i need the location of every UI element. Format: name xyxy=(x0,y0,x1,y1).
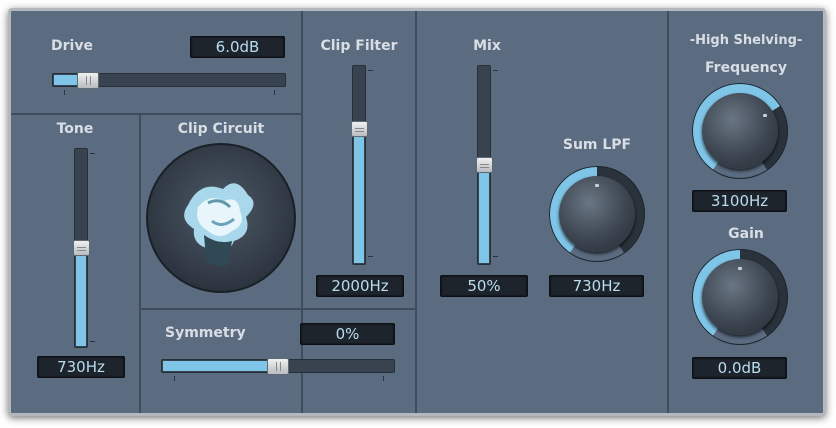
divider xyxy=(415,11,417,413)
divider xyxy=(301,11,303,413)
symmetry-tick xyxy=(383,376,384,381)
knob-indicator xyxy=(738,266,742,270)
gain-knob[interactable] xyxy=(692,249,788,345)
tone-label: Tone xyxy=(56,121,94,137)
frequency-label: Frequency xyxy=(705,60,787,76)
tone-slider[interactable] xyxy=(73,148,90,348)
mix-slider-fill xyxy=(479,164,489,263)
frequency-value-display[interactable]: 3100Hz xyxy=(692,190,787,212)
drive-label: Drive xyxy=(51,38,93,54)
drive-tick xyxy=(274,90,275,95)
mix-slider[interactable] xyxy=(476,65,493,265)
tone-tick xyxy=(90,341,95,342)
divider xyxy=(139,308,417,310)
mix-tick xyxy=(493,256,498,257)
drive-value-display[interactable]: 6.0dB xyxy=(190,36,285,58)
symmetry-slider[interactable] xyxy=(161,358,395,375)
knob-indicator xyxy=(762,114,767,118)
knob-cap xyxy=(559,176,635,252)
drive-tick xyxy=(64,90,65,95)
divider xyxy=(11,113,303,115)
tone-slider-thumb[interactable] xyxy=(73,240,90,256)
clip-circuit-label: Clip Circuit xyxy=(177,121,265,137)
clip-circuit-animation-icon xyxy=(184,183,254,267)
gain-label: Gain xyxy=(728,226,764,242)
clip-filter-value-display[interactable]: 2000Hz xyxy=(316,275,404,297)
mix-value-display[interactable]: 50% xyxy=(440,275,528,297)
sum-lpf-label: Sum LPF xyxy=(562,137,632,153)
knob-cap xyxy=(702,93,778,169)
knob-cap xyxy=(702,259,778,335)
frequency-knob[interactable] xyxy=(692,83,788,179)
symmetry-slider-fill xyxy=(163,361,279,371)
tone-value-display[interactable]: 730Hz xyxy=(37,356,125,378)
clip-circuit-display xyxy=(146,143,296,293)
tone-tick xyxy=(90,153,95,154)
clip-filter-tick xyxy=(368,70,373,71)
clip-filter-slider[interactable] xyxy=(351,65,368,265)
clip-filter-slider-thumb[interactable] xyxy=(351,121,368,138)
clip-filter-tick xyxy=(368,256,373,257)
sum-lpf-value-display[interactable]: 730Hz xyxy=(549,275,644,297)
knob-indicator xyxy=(595,183,599,187)
mix-label: Mix xyxy=(473,38,501,54)
symmetry-slider-thumb[interactable] xyxy=(267,358,289,375)
mix-tick xyxy=(493,70,498,71)
tone-slider-fill xyxy=(76,247,86,346)
high-shelving-section-label: -High Shelving- xyxy=(689,33,803,48)
gain-value-display[interactable]: 0.0dB xyxy=(692,357,787,379)
clip-filter-label: Clip Filter xyxy=(320,38,398,54)
symmetry-value-display[interactable]: 0% xyxy=(300,323,395,345)
mix-slider-thumb[interactable] xyxy=(476,157,493,173)
symmetry-tick xyxy=(174,376,175,381)
sum-lpf-knob[interactable] xyxy=(549,166,645,262)
clip-distortion-plugin-panel: Drive 6.0dB Tone 730Hz Clip Circuit Clip… xyxy=(8,8,826,416)
drive-slider-thumb[interactable] xyxy=(76,72,99,89)
clip-filter-slider-fill xyxy=(354,128,364,263)
divider xyxy=(139,113,141,413)
symmetry-label: Symmetry xyxy=(165,325,246,341)
drive-slider[interactable] xyxy=(52,72,286,89)
